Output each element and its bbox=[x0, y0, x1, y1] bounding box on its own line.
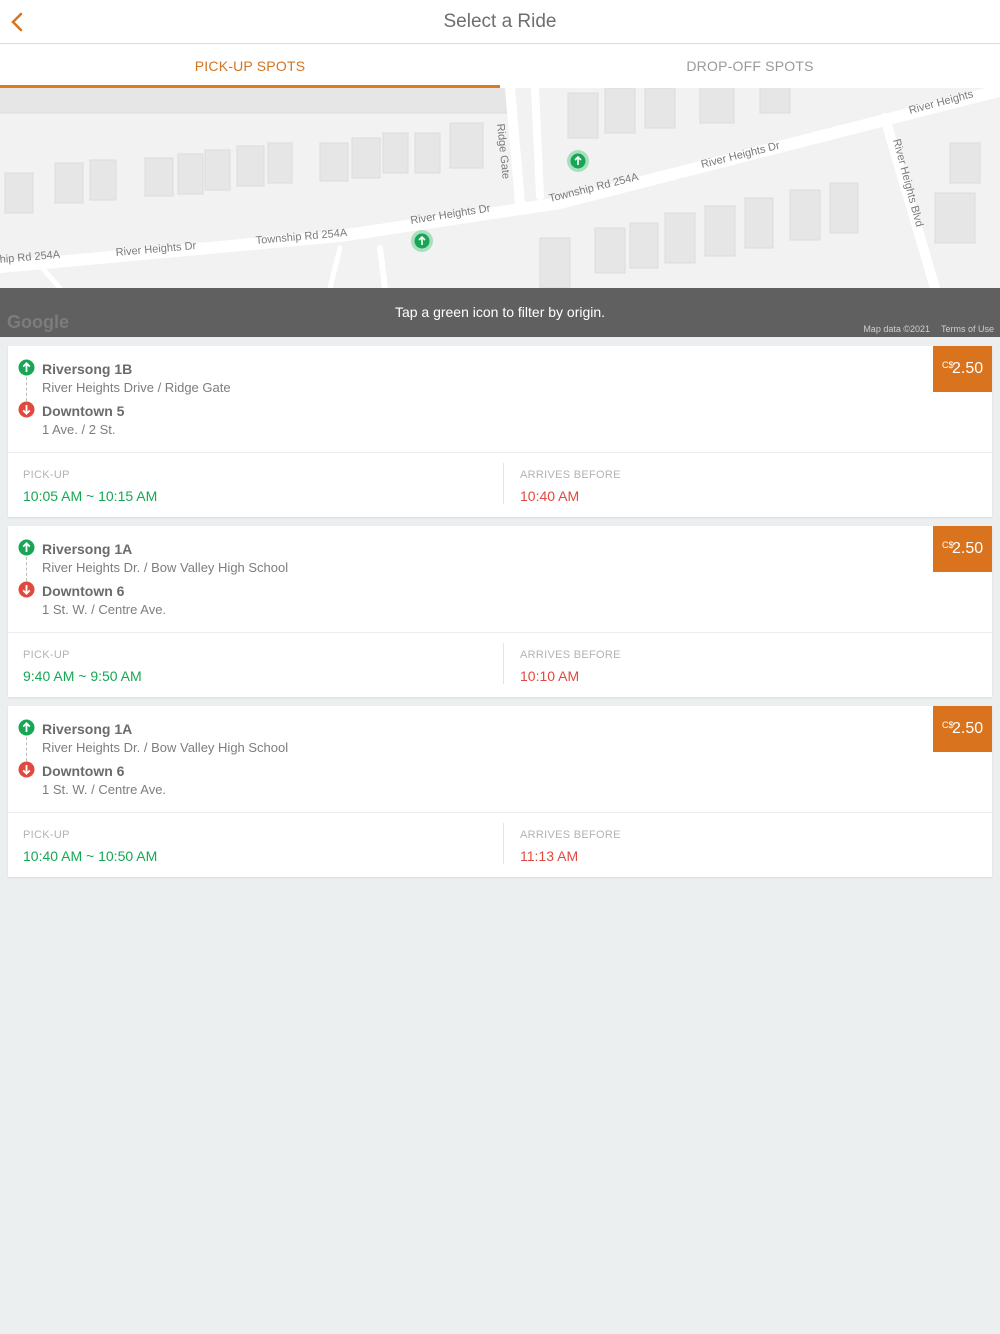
arrival-time: 10:10 AM bbox=[520, 668, 580, 684]
divider bbox=[8, 632, 992, 633]
arrives-label: ARRIVES BEFORE bbox=[520, 649, 621, 661]
destination-address: 1 St. W. / Centre Ave. bbox=[42, 602, 167, 617]
ride-card[interactable]: C$ 2.50 Riversong 1A River Heights Dr. /… bbox=[8, 526, 992, 697]
destination-name: Downtown 6 bbox=[42, 583, 125, 599]
pickup-time: 9:40 AM ~ 9:50 AM bbox=[23, 668, 142, 684]
destination-address: 1 Ave. / 2 St. bbox=[42, 422, 116, 437]
route-line bbox=[26, 557, 27, 581]
origin-address: River Heights Dr. / Bow Valley High Scho… bbox=[42, 560, 289, 575]
dropoff-arrow-icon bbox=[18, 581, 35, 598]
ride-card[interactable]: C$ 2.50 Riversong 1B River Heights Drive… bbox=[8, 346, 992, 517]
divider bbox=[503, 643, 504, 684]
price-badge: C$ 2.50 bbox=[933, 346, 992, 392]
price-badge: C$ 2.50 bbox=[933, 526, 992, 572]
map-data-label: Map data ©2021 bbox=[863, 324, 930, 334]
pickup-marker[interactable] bbox=[567, 150, 589, 172]
route-line bbox=[26, 377, 27, 401]
tab-pickup-spots[interactable]: PICK-UP SPOTS bbox=[0, 44, 500, 88]
pickup-arrow-icon bbox=[18, 539, 35, 556]
pickup-arrow-icon bbox=[18, 359, 35, 376]
map-view[interactable]: River Heights Dr Township Rd 254A hip Rd… bbox=[0, 88, 1000, 337]
ride-card[interactable]: C$ 2.50 Riversong 1A River Heights Dr. /… bbox=[8, 706, 992, 877]
origin-address: River Heights Drive / Ridge Gate bbox=[42, 380, 231, 395]
tab-dropoff-spots[interactable]: DROP-OFF SPOTS bbox=[500, 44, 1000, 88]
route-line bbox=[26, 737, 27, 761]
divider bbox=[503, 823, 504, 864]
price-badge: C$ 2.50 bbox=[933, 706, 992, 752]
tab-bar: PICK-UP SPOTS DROP-OFF SPOTS bbox=[0, 44, 1000, 88]
street-label: River Heights Blvd bbox=[890, 138, 925, 229]
page-title: Select a Ride bbox=[443, 11, 557, 32]
origin-address: River Heights Dr. / Bow Valley High Scho… bbox=[42, 740, 289, 755]
divider bbox=[8, 812, 992, 813]
divider bbox=[8, 452, 992, 453]
dropoff-arrow-icon bbox=[18, 761, 35, 778]
pickup-label: PICK-UP bbox=[23, 469, 70, 481]
arrival-time: 11:13 AM bbox=[520, 848, 579, 864]
pickup-arrow-icon bbox=[18, 719, 35, 736]
arrival-time: 10:40 AM bbox=[520, 488, 580, 504]
pickup-label: PICK-UP bbox=[23, 649, 70, 661]
origin-name: Riversong 1B bbox=[42, 361, 133, 377]
destination-name: Downtown 6 bbox=[42, 763, 125, 779]
destination-name: Downtown 5 bbox=[42, 403, 125, 419]
origin-name: Riversong 1A bbox=[42, 721, 133, 737]
pickup-marker[interactable] bbox=[411, 230, 433, 252]
destination-address: 1 St. W. / Centre Ave. bbox=[42, 782, 167, 797]
pickup-time: 10:40 AM ~ 10:50 AM bbox=[23, 848, 158, 864]
arrives-label: ARRIVES BEFORE bbox=[520, 469, 621, 481]
filter-hint-banner: Tap a green icon to filter by origin. bbox=[0, 288, 1000, 337]
pickup-time: 10:05 AM ~ 10:15 AM bbox=[23, 488, 158, 504]
google-logo: Google bbox=[7, 312, 69, 332]
divider bbox=[503, 463, 504, 504]
top-bar: Select a Ride bbox=[0, 0, 1000, 44]
terms-link[interactable]: Terms of Use bbox=[941, 324, 994, 334]
arrives-label: ARRIVES BEFORE bbox=[520, 829, 621, 841]
pickup-label: PICK-UP bbox=[23, 829, 70, 841]
origin-name: Riversong 1A bbox=[42, 541, 133, 557]
dropoff-arrow-icon bbox=[18, 401, 35, 418]
